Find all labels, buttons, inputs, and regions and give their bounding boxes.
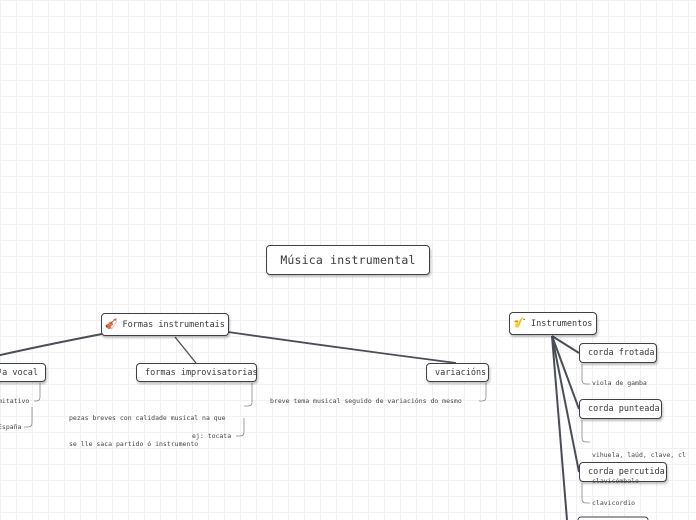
- branch-formas-improvisatorias: [174, 336, 197, 364]
- mind-map-canvas[interactable]: Música instrumental 🎻 Formas instrumenta…: [0, 0, 696, 520]
- node-formas-instrumentais[interactable]: 🎻 Formas instrumentais: [101, 313, 229, 336]
- root-node[interactable]: Música instrumental: [266, 245, 430, 275]
- note-tocata[interactable]: ej: tocata: [192, 432, 231, 441]
- node-variacions-label: variacións: [435, 367, 487, 378]
- note-vihuela-line-2: clavicémbalo: [592, 476, 639, 485]
- node-corda-frotada-label: corda frotada: [588, 348, 655, 358]
- bracket-pezas: [244, 383, 253, 407]
- node-corda-punteada[interactable]: corda punteada: [579, 399, 662, 419]
- node-instrumentos-label: Instrumentos: [531, 318, 593, 329]
- note-pezas-line-2: se lle saca partido ó instrumento: [69, 439, 199, 448]
- node-vocal-label: ºa vocal: [0, 367, 38, 378]
- violin-icon: 🎻: [105, 318, 118, 330]
- note-clavicordio[interactable]: clavicordio: [592, 499, 635, 508]
- branch-formas-vocal: [0, 333, 103, 357]
- branch-instrumentos-more: [551, 335, 568, 520]
- note-pezas-line-1: pezas breves con calidade musical na que: [69, 414, 226, 422]
- saxophone-icon: 🎷: [513, 317, 527, 329]
- bracket-breve: [479, 383, 487, 402]
- bracket-tocata: [236, 418, 245, 437]
- note-espana[interactable]: España: [0, 423, 21, 432]
- node-formas-label: Formas instrumentais: [122, 319, 225, 330]
- root-node-label: Música instrumental: [280, 253, 416, 267]
- node-improvisatorias-label: formas improvisatorias: [145, 367, 257, 378]
- note-vihuela[interactable]: vihuela, laúd, clave, cl clavicémbalo: [592, 434, 686, 502]
- note-vihuela-line-1: vihuela, laúd, clave, cl: [592, 451, 686, 459]
- bracket-espana: [24, 407, 33, 428]
- branch-formas-variacions: [227, 331, 457, 364]
- note-pezas[interactable]: pezas breves con calidade musical na que…: [69, 397, 226, 465]
- node-instrumentos[interactable]: 🎷 Instrumentos: [509, 312, 597, 335]
- bracket-clavicordio: [581, 483, 590, 504]
- node-corda-punteada-label: corda punteada: [588, 404, 660, 414]
- note-viola[interactable]: viola de gamba: [592, 379, 647, 388]
- bracket-viola: [581, 364, 590, 385]
- branch-instrumentos-punteada: [551, 335, 580, 410]
- bracket-imitativo: [34, 383, 41, 402]
- note-imitativo[interactable]: mitativo: [0, 397, 29, 406]
- note-breve[interactable]: breve tema musical seguido de variacións…: [270, 397, 462, 406]
- node-vocal[interactable]: ºa vocal: [0, 363, 46, 382]
- node-corda-frotada[interactable]: corda frotada: [579, 343, 657, 363]
- branch-instrumentos-percutida: [551, 335, 580, 473]
- bracket-vihuela: [581, 420, 590, 443]
- node-variacions[interactable]: variacións: [426, 363, 489, 382]
- node-formas-improvisatorias[interactable]: formas improvisatorias: [136, 363, 257, 382]
